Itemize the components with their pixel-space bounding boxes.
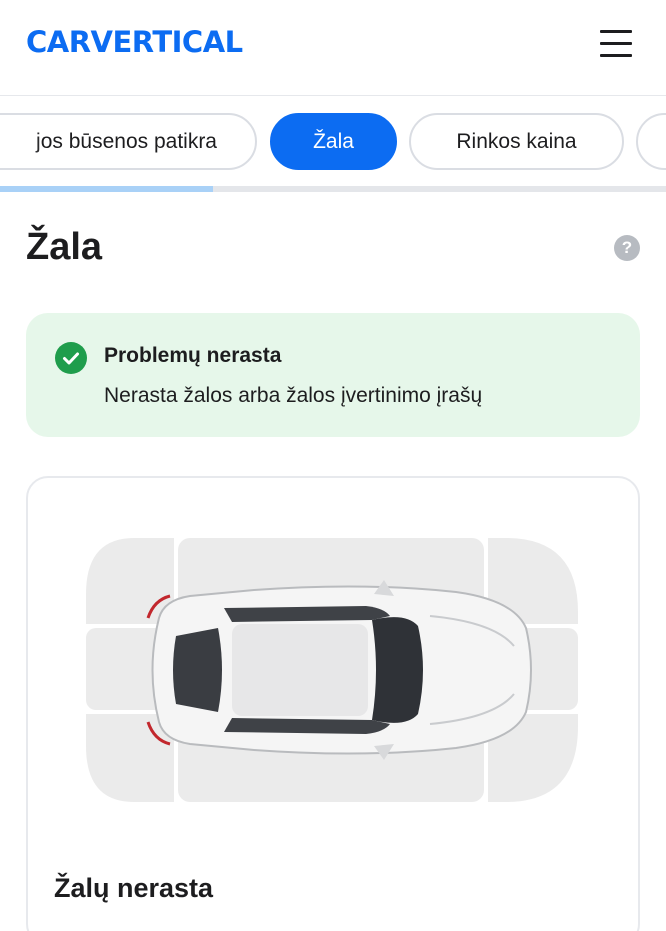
zone-rear-left (86, 538, 174, 624)
tab-scroll-progress (0, 186, 666, 192)
check-circle-icon (55, 342, 87, 374)
hamburger-menu-icon[interactable] (598, 28, 634, 60)
report-section-tabs: jos būsenos patikra Žala Rinkos kaina (0, 96, 666, 196)
tab-label: Žala (313, 129, 354, 153)
tab-condition-check[interactable]: jos būsenos patikra (0, 113, 257, 170)
tab-next[interactable] (636, 113, 666, 170)
tab-fade-overlay (0, 115, 42, 168)
help-question-icon[interactable]: ? (614, 235, 640, 261)
no-damage-title: Žalų nerasta (54, 873, 214, 903)
menu-line (600, 54, 632, 57)
damage-card: Žalų nerasta (26, 476, 640, 931)
car-body (146, 580, 532, 760)
carvertical-logo[interactable]: CARVERTICAL (26, 25, 243, 59)
menu-line (600, 42, 632, 45)
car-top-view-diagram (84, 536, 580, 804)
page-title: Žala (26, 226, 103, 268)
no-problems-alert: Problemų nerasta Nerasta žalos arba žalo… (26, 313, 640, 437)
menu-line (600, 30, 632, 33)
tab-scroll-progress-fill (0, 186, 214, 192)
tab-label: jos būsenos patikra (36, 129, 217, 153)
alert-text: Nerasta žalos arba žalos įvertinimo įraš… (104, 384, 483, 407)
alert-title: Problemų nerasta (104, 344, 282, 367)
tab-damage[interactable]: Žala (270, 113, 397, 170)
app-header: CARVERTICAL (0, 0, 666, 96)
tab-label: Rinkos kaina (456, 129, 577, 153)
tab-market-price[interactable]: Rinkos kaina (409, 113, 624, 170)
